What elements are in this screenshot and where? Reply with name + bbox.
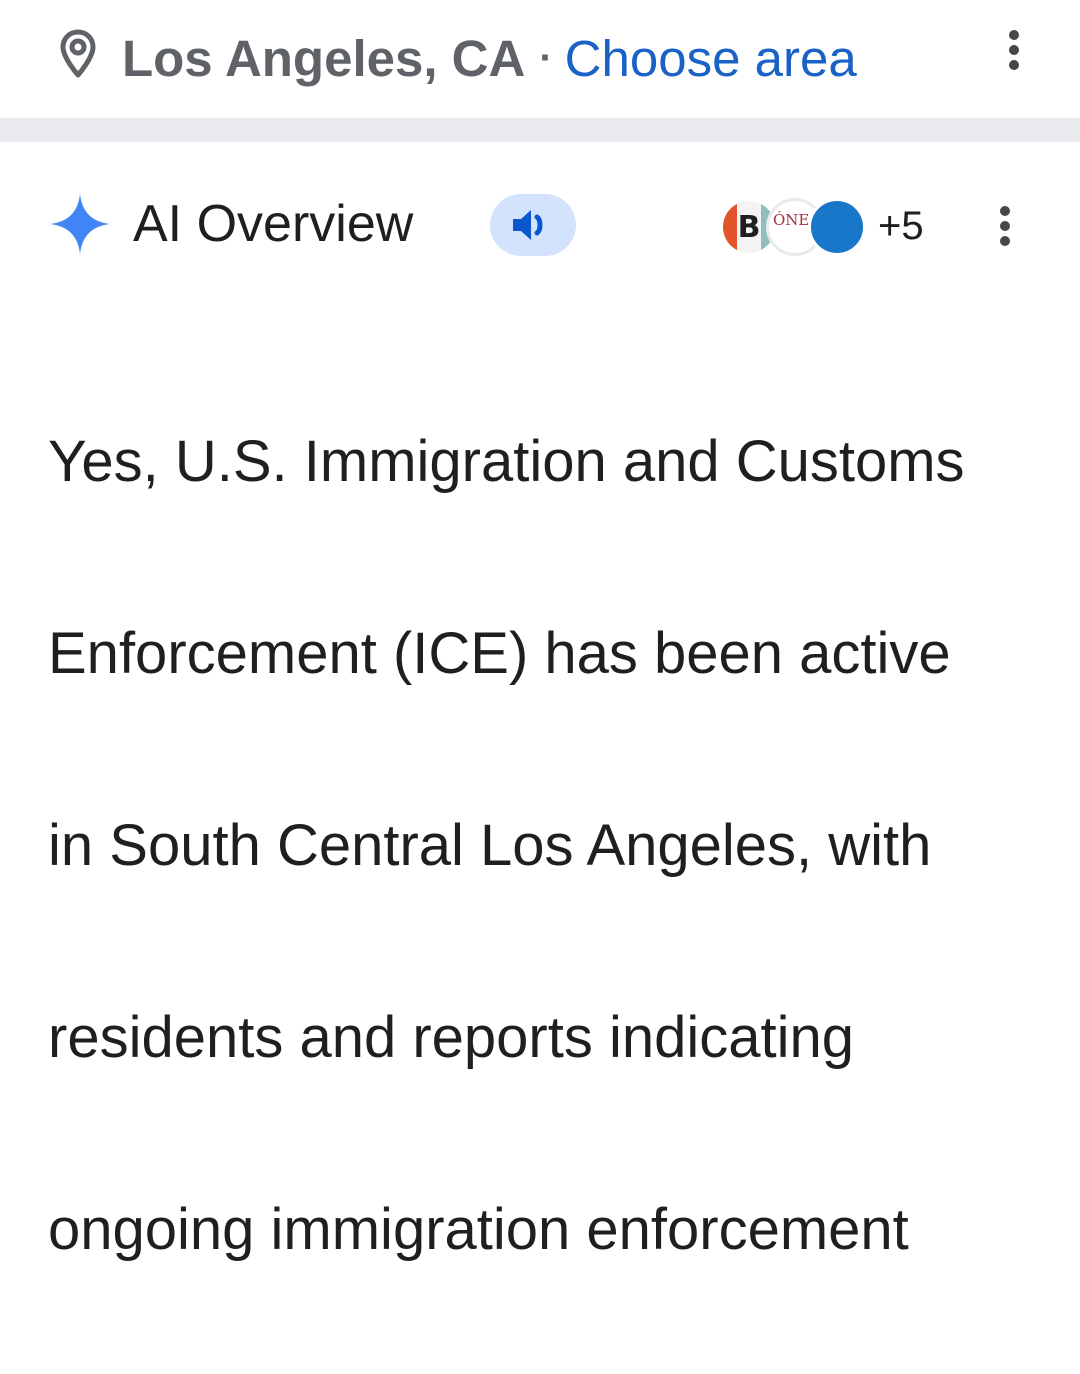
answer-line: ongoing immigration enforcement — [48, 1197, 909, 1262]
source-avatar-letter: B — [737, 210, 761, 245]
location-separator: · — [539, 35, 553, 80]
listen-button[interactable] — [490, 194, 576, 256]
answer-line: Enforcement (ICE) has been active — [48, 621, 951, 686]
source-avatar[interactable] — [808, 198, 866, 256]
location-pin-icon[interactable] — [58, 28, 98, 80]
ai-overview-answer: Yes, U.S. Immigration and Customs Enforc… — [48, 318, 1048, 1374]
answer-line: in South Central Los Angeles, with — [48, 813, 932, 878]
more-sources-count[interactable]: +5 — [878, 196, 924, 256]
volume-icon — [513, 210, 543, 240]
source-avatars[interactable]: B ÓNE — [720, 198, 880, 260]
ai-overview-menu-icon[interactable] — [985, 198, 1025, 254]
choose-area-link[interactable]: Choose area — [565, 29, 857, 88]
location-bar: Los Angeles, CA · Choose area — [0, 0, 1080, 118]
answer-line: residents and reports indicating — [48, 1005, 855, 1070]
ai-overview-header: AI Overview B ÓNE +5 — [0, 142, 1080, 302]
gemini-sparkle-icon — [50, 194, 110, 254]
location-city: Los Angeles, CA — [122, 29, 526, 87]
location-menu-icon[interactable] — [994, 22, 1034, 78]
answer-line: Yes, U.S. Immigration and Customs — [48, 429, 965, 494]
ai-overview-title: AI Overview — [133, 195, 414, 253]
location-text: Los Angeles, CA · Choose area — [122, 26, 857, 90]
section-divider — [0, 118, 1080, 142]
source-avatar-text: ÓNE — [773, 211, 810, 229]
